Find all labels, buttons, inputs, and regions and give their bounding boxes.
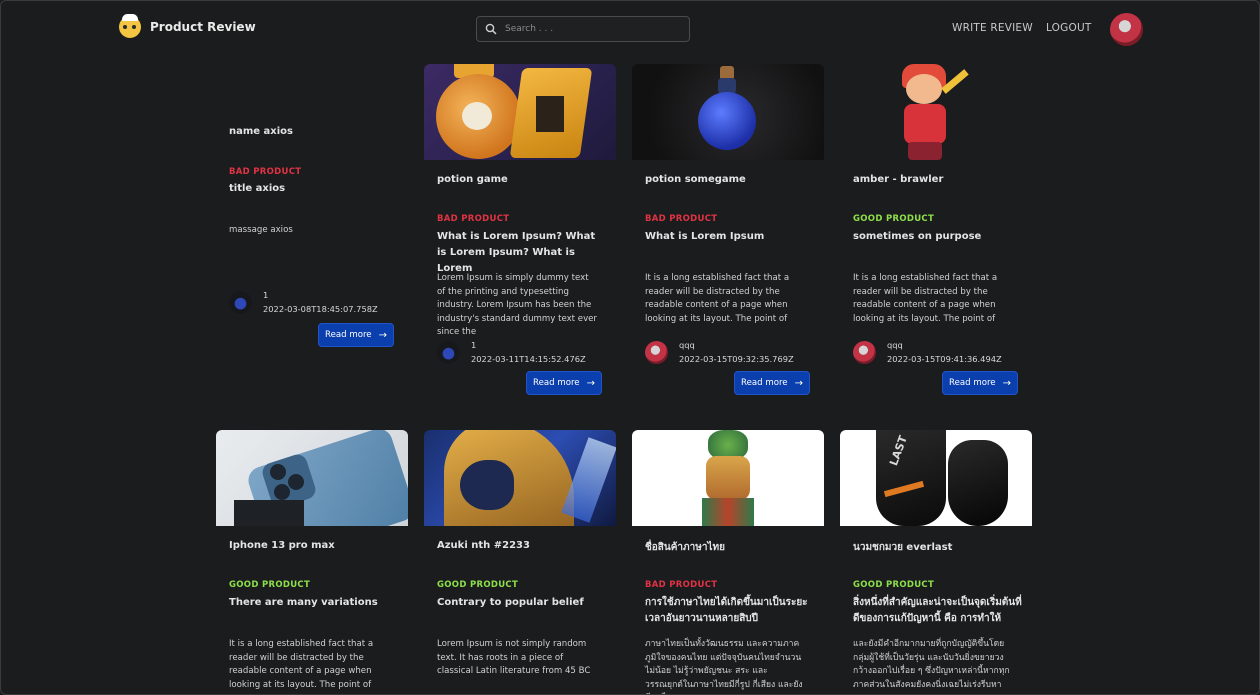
post-date: 2022-03-08T18:45:07.758Z <box>263 304 378 314</box>
card-author: qqq 2022-03-15T09:41:36.494Z <box>853 338 1002 366</box>
product-image[interactable] <box>632 430 824 526</box>
product-image[interactable] <box>632 64 824 160</box>
search-icon <box>485 23 497 35</box>
author-name: 1 <box>263 290 269 300</box>
card-author: qqq 2022-03-15T09:32:35.769Z <box>645 338 794 366</box>
arrow-right-icon: → <box>378 329 387 341</box>
card-title: name axios <box>229 126 293 137</box>
read-more-label: Read more <box>325 330 372 340</box>
read-more-button[interactable]: Read more → <box>526 371 602 395</box>
card-subtitle: สิ่งหนึ่งที่สำคัญและน่าจะเป็นจุดเริ่มต้น… <box>853 597 1022 624</box>
read-more-button[interactable]: Read more → <box>942 371 1018 395</box>
card-title: ชื่อสินค้าภาษาไทย <box>645 542 725 553</box>
logout-link[interactable]: LOGOUT <box>1046 22 1091 34</box>
review-card: Azuki nth #2233 GOOD PRODUCT Contrary to… <box>424 430 616 694</box>
post-date: 2022-03-15T09:41:36.494Z <box>887 354 1002 364</box>
card-title: potion game <box>437 174 508 185</box>
card-subtitle: title axios <box>229 183 286 194</box>
card-text: It is a long established fact that a rea… <box>645 273 790 324</box>
read-more-button[interactable]: Read more → <box>318 323 394 347</box>
product-image[interactable]: LAST <box>840 430 1032 526</box>
arrow-right-icon: → <box>1002 377 1011 389</box>
user-avatar[interactable] <box>1110 13 1143 46</box>
card-text: และยังมีคำอีกมากมายที่ถูกบัญญัติขึ้นโดยก… <box>853 639 1010 690</box>
card-text: It is a long established fact that a rea… <box>853 273 998 324</box>
status-badge: GOOD PRODUCT <box>853 580 935 590</box>
card-title: Iphone 13 pro max <box>229 540 335 551</box>
author-name: qqq <box>679 340 695 350</box>
review-card: name axios BAD PRODUCT title axios massa… <box>216 64 408 364</box>
read-more-label: Read more <box>949 378 996 388</box>
card-text: ภาษาไทยเป็นทั้งวัฒนธรรม และความภาคภูมิใจ… <box>645 639 803 694</box>
product-image[interactable] <box>424 430 616 526</box>
arrow-right-icon: → <box>586 377 595 389</box>
write-review-link[interactable]: WRITE REVIEW <box>952 22 1033 34</box>
card-author: 1 2022-03-11T14:15:52.476Z <box>437 338 586 366</box>
search-input[interactable] <box>505 24 685 34</box>
arrow-right-icon: → <box>794 377 803 389</box>
author-avatar <box>229 290 252 314</box>
read-more-label: Read more <box>741 378 788 388</box>
card-title: amber - brawler <box>853 174 944 185</box>
status-badge: BAD PRODUCT <box>437 214 510 224</box>
card-text: Lorem Ipsum is not simply random text. I… <box>437 639 591 676</box>
author-name: qqq <box>887 340 903 350</box>
status-badge: BAD PRODUCT <box>645 580 718 590</box>
review-card: LAST นวมชกมวย everlast GOOD PRODUCT สิ่ง… <box>840 430 1032 694</box>
card-subtitle: There are many variations <box>229 597 378 608</box>
status-badge: GOOD PRODUCT <box>437 580 519 590</box>
card-author: 1 2022-03-08T18:45:07.758Z <box>229 288 378 316</box>
status-badge: GOOD PRODUCT <box>853 214 935 224</box>
card-title: Azuki nth #2233 <box>437 540 530 551</box>
app-window: Product Review WRITE REVIEW LOGOUT name … <box>0 0 1260 695</box>
review-card: amber - brawler GOOD PRODUCT sometimes o… <box>840 64 1032 404</box>
status-badge: GOOD PRODUCT <box>229 580 311 590</box>
card-subtitle: What is Lorem Ipsum? What is Lorem Ipsum… <box>437 231 596 274</box>
brand[interactable]: Product Review <box>119 14 256 38</box>
search-box[interactable] <box>476 16 690 42</box>
status-badge: BAD PRODUCT <box>229 167 302 177</box>
read-more-label: Read more <box>533 378 580 388</box>
author-avatar <box>437 340 460 364</box>
card-text: massage axios <box>229 225 293 235</box>
card-subtitle: What is Lorem Ipsum <box>645 231 765 242</box>
post-date: 2022-03-15T09:32:35.769Z <box>679 354 794 364</box>
card-text: It is a long established fact that a rea… <box>229 639 374 690</box>
product-image[interactable] <box>216 430 408 526</box>
review-card: Iphone 13 pro max GOOD PRODUCT There are… <box>216 430 408 694</box>
post-date: 2022-03-11T14:15:52.476Z <box>471 354 586 364</box>
review-card: ชื่อสินค้าภาษาไทย BAD PRODUCT การใช้ภาษา… <box>632 430 824 694</box>
card-title: potion somegame <box>645 174 746 185</box>
product-image[interactable] <box>840 64 1032 160</box>
author-avatar <box>853 340 876 364</box>
card-subtitle: การใช้ภาษาไทยได้เกิดขึ้นมาเป็นระยะเวลาอั… <box>645 597 808 624</box>
product-image[interactable] <box>424 64 616 160</box>
top-navbar: Product Review WRITE REVIEW LOGOUT <box>1 1 1259 57</box>
card-title: นวมชกมวย everlast <box>853 542 953 553</box>
status-badge: BAD PRODUCT <box>645 214 718 224</box>
card-text: Lorem Ipsum is simply dummy text of the … <box>437 273 597 337</box>
review-card: potion somegame BAD PRODUCT What is Lore… <box>632 64 824 404</box>
mind-blown-emoji-icon <box>119 14 141 38</box>
card-subtitle: Contrary to popular belief <box>437 597 584 608</box>
author-avatar <box>645 340 668 364</box>
card-subtitle: sometimes on purpose <box>853 231 982 242</box>
brand-name: Product Review <box>150 20 256 34</box>
author-name: 1 <box>471 340 477 350</box>
read-more-button[interactable]: Read more → <box>734 371 810 395</box>
review-card: potion game BAD PRODUCT What is Lorem Ip… <box>424 64 616 404</box>
